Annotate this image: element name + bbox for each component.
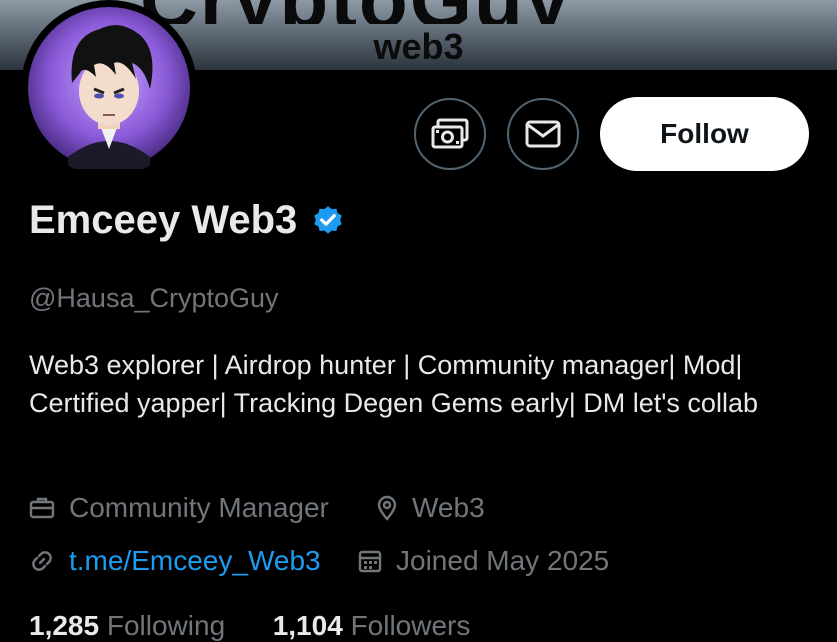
category-item: Community Manager [29,492,329,524]
following-stat[interactable]: 1,285 Following [29,610,233,641]
followers-stat[interactable]: 1,104 Followers [273,610,471,641]
location-pin-icon [377,495,397,521]
verified-badge-icon[interactable] [311,204,345,238]
location-text: Web3 [412,492,485,523]
avatar-image [28,7,190,169]
followers-count: 1,104 [272,610,343,641]
avatar[interactable] [21,0,197,176]
banner-headline: CryptoGuy [140,0,700,24]
category-text: Community Manager [69,492,329,523]
joined-item: Joined May 2025 [358,545,609,577]
display-name: Emceey Web3 [29,198,298,242]
joined-text: Joined May 2025 [396,545,610,576]
followers-label: Followers [350,610,471,641]
briefcase-icon [29,497,55,519]
envelope-icon [525,120,561,148]
following-label: Following [106,610,226,641]
website-link[interactable]: t.me/Emceey_Web3 [69,545,321,577]
link-icon [32,551,52,571]
handle: @Hausa_CryptoGuy [29,283,279,313]
follow-button[interactable]: Follow [600,97,809,171]
following-count: 1,285 [29,610,100,641]
message-button[interactable] [507,98,579,170]
location-item: Web3 [376,492,485,524]
tip-button[interactable] [414,98,486,170]
display-name-row: Emceey Web3 [29,198,345,243]
money-icon [431,118,469,149]
calendar-icon [358,550,382,573]
bio: Web3 explorer | Airdrop hunter | Communi… [29,350,758,418]
follow-stats: 1,285 Following 1,104 Followers [29,610,470,642]
website-item[interactable]: t.me/Emceey_Web3 [29,545,321,577]
